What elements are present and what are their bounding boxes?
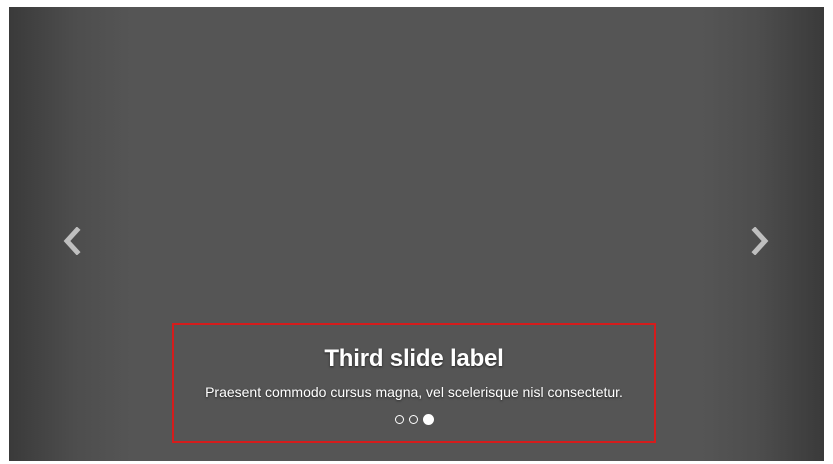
- carousel-prev-button[interactable]: [52, 221, 92, 261]
- indicator-slide-2[interactable]: [408, 415, 418, 424]
- carousel-indicators: [174, 414, 654, 425]
- carousel-next-button[interactable]: [740, 221, 780, 261]
- caption-text: Praesent commodo cursus magna, vel scele…: [205, 384, 623, 400]
- chevron-left-icon: [63, 227, 81, 255]
- carousel-caption: Third slide label Praesent commodo cursu…: [172, 323, 656, 443]
- indicator-slide-1[interactable]: [394, 415, 404, 424]
- caption-title: Third slide label: [324, 345, 504, 372]
- chevron-right-icon: [751, 227, 769, 255]
- carousel: Third slide label Praesent commodo cursu…: [9, 7, 824, 461]
- indicator-slide-3[interactable]: [422, 414, 434, 425]
